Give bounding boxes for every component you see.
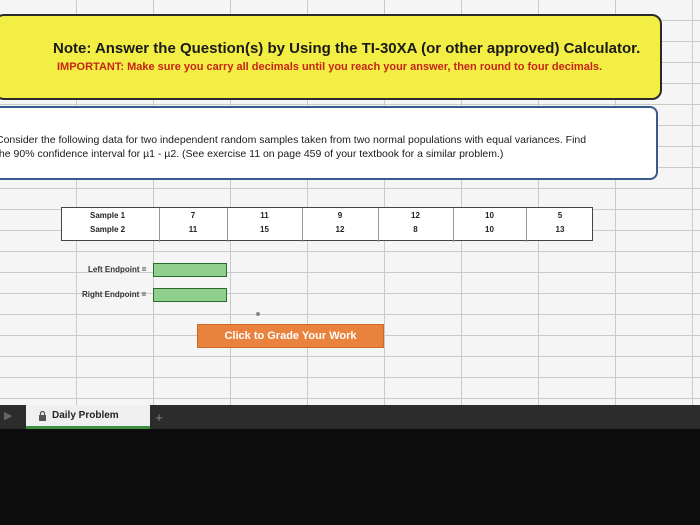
table-cell[interactable]: 15 [227, 225, 302, 234]
table-cell[interactable]: 12 [378, 211, 453, 220]
cursor-dot [256, 312, 260, 316]
grade-button[interactable]: Click to Grade Your Work [197, 324, 384, 348]
table-row: Sample 2 11 15 12 8 10 13 [62, 222, 592, 238]
add-sheet-button[interactable]: + [150, 405, 168, 429]
note-box: Note: Answer the Question(s) by Using th… [0, 14, 662, 100]
spreadsheet-grid: Note: Answer the Question(s) by Using th… [0, 0, 700, 408]
question-line-1: Consider the following data for two inde… [0, 134, 587, 146]
right-endpoint-input[interactable] [153, 288, 227, 302]
row-label: Sample 1 [90, 211, 126, 220]
lock-icon [39, 410, 46, 421]
table-cell[interactable]: 5 [526, 211, 594, 220]
table-cell[interactable]: 13 [526, 225, 594, 234]
left-endpoint-input[interactable] [153, 263, 227, 277]
table-cell[interactable]: 7 [159, 211, 227, 220]
row-label: Sample 2 [90, 225, 126, 234]
sheet-tab-bar: ▶ Daily Problem + [0, 405, 700, 429]
question-line-2: the 90% confidence interval for µ1 - µ2.… [0, 148, 504, 160]
note-title: Note: Answer the Question(s) by Using th… [53, 40, 641, 57]
sheet-nav-arrow-icon[interactable]: ▶ [4, 409, 12, 422]
question-box: Consider the following data for two inde… [0, 106, 658, 180]
sheet-tab-label: Daily Problem [52, 410, 119, 421]
right-endpoint-label: Right Endpoint = [82, 290, 147, 299]
table-cell[interactable]: 11 [159, 225, 227, 234]
screen-bezel [0, 429, 700, 525]
table-cell[interactable]: 11 [227, 211, 302, 220]
table-cell[interactable]: 9 [302, 211, 378, 220]
data-table: Sample 1 7 11 9 12 10 5 Sample 2 11 15 1… [61, 207, 594, 242]
left-endpoint-label: Left Endpoint = [88, 265, 147, 274]
table-cell[interactable]: 10 [453, 225, 526, 234]
sheet-tab-daily-problem[interactable]: Daily Problem [26, 405, 150, 429]
table-cell[interactable]: 8 [378, 225, 453, 234]
table-cell[interactable]: 12 [302, 225, 378, 234]
table-cell[interactable]: 10 [453, 211, 526, 220]
note-important: IMPORTANT: Make sure you carry all decim… [57, 61, 603, 73]
